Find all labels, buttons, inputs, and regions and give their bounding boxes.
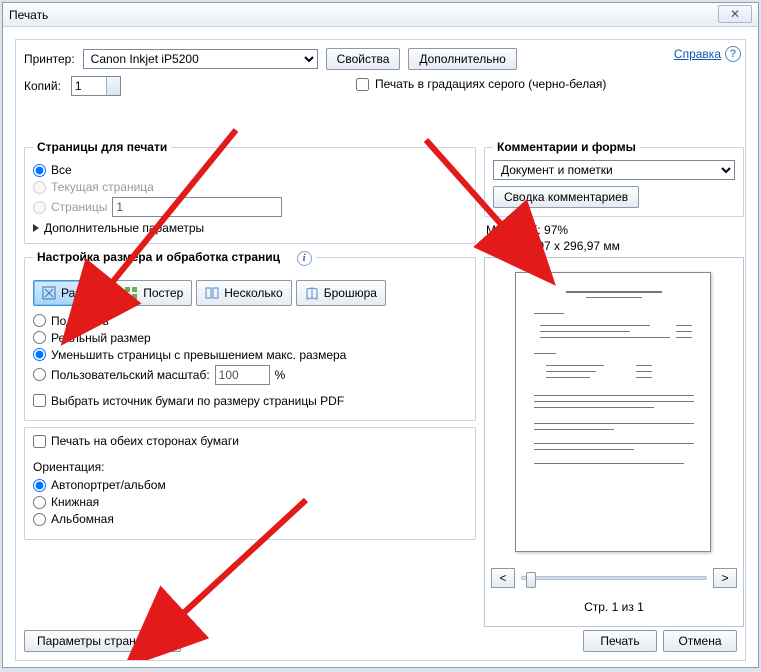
close-button[interactable]: ✕: [718, 5, 752, 23]
tab-multi[interactable]: Несколько: [196, 280, 291, 306]
scale-value: 97%: [544, 223, 568, 237]
paper-source-checkbox[interactable]: [33, 394, 46, 407]
comments-select[interactable]: Документ и пометки: [493, 160, 735, 180]
orient-auto-radio[interactable]: [33, 479, 46, 492]
printer-label: Принтер:: [24, 52, 75, 66]
comments-group: Комментарии и формы Документ и пометки С…: [484, 140, 744, 217]
shrink-label: Уменьшить страницы с превышением макс. р…: [51, 348, 346, 362]
grayscale-label: Печать в градациях серого (черно-белая): [375, 77, 606, 91]
print-button[interactable]: Печать: [583, 630, 657, 652]
preview-next-button[interactable]: >: [713, 568, 737, 588]
orientation-label: Ориентация:: [33, 460, 467, 474]
preview-page: [515, 272, 711, 552]
shrink-radio[interactable]: [33, 348, 46, 361]
print-preview: < > Стр. 1 из 1: [484, 257, 744, 627]
pages-current-radio: [33, 181, 46, 194]
printer-select[interactable]: Canon Inkjet iP5200: [83, 49, 318, 69]
orient-auto-label: Автопортрет/альбом: [51, 478, 166, 492]
print-dialog: Печать ✕ Принтер: Canon Inkjet iP5200 Св…: [2, 2, 759, 668]
multi-icon: [205, 286, 219, 300]
comments-legend: Комментарии и формы: [493, 140, 640, 154]
copies-input[interactable]: [71, 76, 121, 96]
tab-size[interactable]: Размер: [33, 280, 111, 306]
paper-size: 209,97 x 296,97 мм: [514, 239, 742, 253]
orient-portrait-radio[interactable]: [33, 496, 46, 509]
custom-scale-input: [215, 365, 270, 385]
poster-icon: [124, 286, 138, 300]
window-title: Печать: [9, 8, 48, 22]
comments-summary-button[interactable]: Сводка комментариев: [493, 186, 639, 208]
preview-slider[interactable]: [521, 576, 707, 580]
advanced-button[interactable]: Дополнительно: [408, 48, 516, 70]
size-icon: [42, 286, 56, 300]
actual-label: Реальный размер: [51, 331, 151, 345]
pages-range-radio: [33, 201, 46, 214]
grayscale-checkbox[interactable]: [356, 78, 369, 91]
orient-portrait-label: Книжная: [51, 495, 99, 509]
booklet-icon: [305, 286, 319, 300]
chevron-left-icon: <: [499, 571, 506, 585]
chevron-right-icon: >: [721, 571, 728, 585]
actual-radio[interactable]: [33, 331, 46, 344]
copies-label: Копий:: [24, 79, 61, 93]
custom-scale-unit: %: [275, 368, 286, 382]
pages-group: Страницы для печати Все Текущая страница…: [24, 140, 476, 244]
cancel-button[interactable]: Отмена: [663, 630, 737, 652]
pages-legend: Страницы для печати: [33, 140, 171, 154]
duplex-group: Печать на обеих сторонах бумаги Ориентац…: [24, 427, 476, 540]
scale-label: Масштаб:: [486, 223, 541, 237]
pages-current-label: Текущая страница: [51, 180, 154, 194]
close-icon: ✕: [730, 7, 740, 21]
page-count: Стр. 1 из 1: [485, 600, 743, 614]
more-options-label: Дополнительные параметры: [44, 221, 204, 235]
pages-range-label: Страницы: [51, 200, 107, 214]
info-icon[interactable]: i: [297, 251, 312, 266]
page-setup-button[interactable]: Параметры страницы...: [24, 630, 181, 652]
tab-poster[interactable]: Постер: [115, 280, 192, 306]
pages-all-label: Все: [51, 163, 72, 177]
fit-label: Подогнать: [51, 314, 109, 328]
more-options-expander[interactable]: Дополнительные параметры: [33, 221, 467, 235]
both-sides-checkbox[interactable]: [33, 435, 46, 448]
custom-scale-label: Пользовательский масштаб:: [51, 368, 210, 382]
tab-booklet[interactable]: Брошюра: [296, 280, 386, 306]
preview-prev-button[interactable]: <: [491, 568, 515, 588]
help-link[interactable]: Справка: [674, 47, 721, 61]
sizing-group: Настройка размера и обработка страниц i …: [24, 250, 476, 421]
pages-all-radio[interactable]: [33, 164, 46, 177]
paper-source-label: Выбрать источник бумаги по размеру стран…: [51, 394, 344, 408]
orient-landscape-radio[interactable]: [33, 513, 46, 526]
help-icon[interactable]: ?: [725, 46, 741, 62]
fit-radio[interactable]: [33, 314, 46, 327]
titlebar: Печать ✕: [3, 3, 758, 27]
both-sides-label: Печать на обеих сторонах бумаги: [51, 434, 239, 448]
pages-range-input: [112, 197, 282, 217]
orient-landscape-label: Альбомная: [51, 512, 114, 526]
properties-button[interactable]: Свойства: [326, 48, 401, 70]
sizing-legend: Настройка размера и обработка страниц i: [33, 250, 316, 266]
custom-scale-radio[interactable]: [33, 368, 46, 381]
triangle-right-icon: [33, 224, 39, 232]
